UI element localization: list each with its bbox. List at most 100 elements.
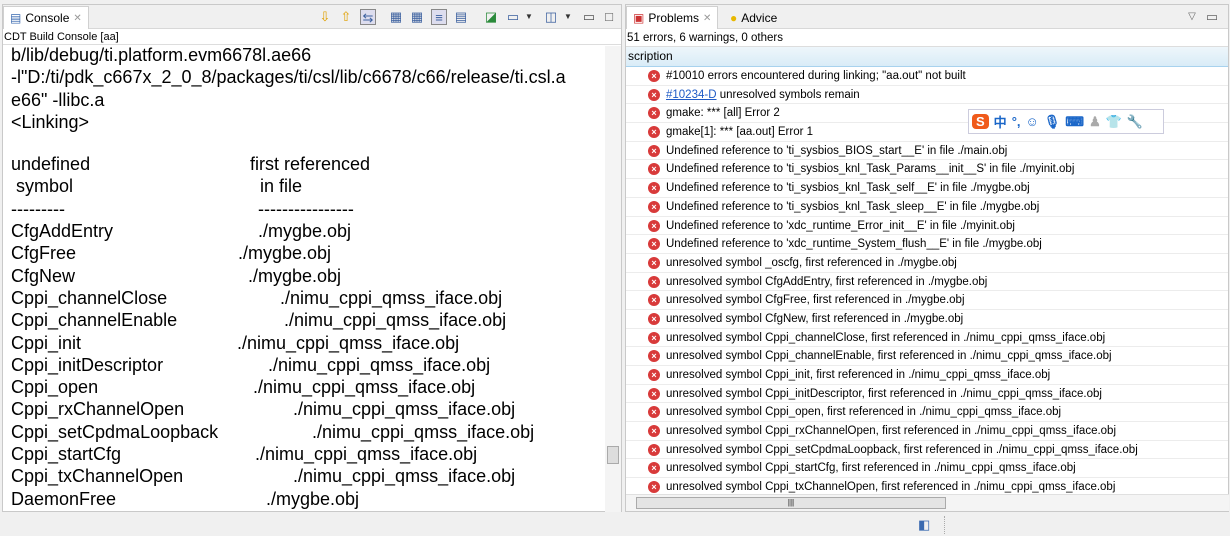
problem-text: unresolved symbols remain: [716, 88, 860, 101]
problem-text: unresolved symbol _oscfg, first referenc…: [666, 256, 957, 269]
display-console-icon[interactable]: ▭: [505, 9, 521, 25]
problem-row[interactable]: × unresolved symbol Cppi_setCpdmaLoopback…: [626, 441, 1228, 460]
user-icon[interactable]: ♟: [1089, 114, 1101, 130]
problem-text: unresolved symbol Cppi_channelEnable, fi…: [666, 350, 1112, 363]
pin-console-icon[interactable]: ▦: [409, 9, 425, 25]
close-icon[interactable]: ✕: [703, 13, 711, 24]
error-icon: ×: [648, 238, 660, 251]
wrench-icon[interactable]: 🔧: [1127, 114, 1143, 130]
symbol-name: CfgAddEntry: [11, 221, 114, 241]
problem-text: Undefined reference to 'ti_sysbios_knl_T…: [666, 182, 1030, 195]
problem-text: unresolved symbol Cppi_setCpdmaLoopback,…: [666, 443, 1138, 456]
error-icon: ×: [648, 126, 660, 139]
scrollbar-thumb[interactable]: [607, 446, 619, 464]
error-code-link[interactable]: #10234-D: [666, 89, 717, 101]
scroll-lock-icon[interactable]: ⇆: [360, 9, 376, 25]
view-menu-icon[interactable]: ▽: [1184, 9, 1200, 25]
problem-row[interactable]: × unresolved symbol Cppi_startCfg, first …: [626, 459, 1228, 479]
symbol-file: ./nimu_cppi_qmss_iface.obj: [253, 377, 476, 398]
problem-row[interactable]: × Undefined reference to 'ti_sysbios_BIOS…: [626, 142, 1228, 161]
open-console-icon[interactable]: ◪: [483, 9, 499, 25]
console-tabbar: ▤ Console ✕ ⇩ ⇧ ⇆ ▦ ▦ ≡ ▤ ◪ ▭ ▼ ◫ ▼ ▭ □: [3, 5, 621, 29]
problem-text: unresolved symbol Cppi_init, first refer…: [666, 369, 1051, 381]
error-icon: ×: [648, 163, 660, 176]
problems-tabbar: ▣ Problems ✕ ● Advice ▽ ▭: [626, 5, 1228, 29]
problem-row[interactable]: × unresolved symbol Cppi_channelEnable, f…: [626, 347, 1228, 366]
chevron-down-icon[interactable]: ▼: [521, 9, 537, 25]
divider: ----------------: [258, 199, 354, 219]
scroll-up-icon[interactable]: ⇧: [338, 9, 354, 25]
problem-row[interactable]: × unresolved symbol CfgAddEntry, first re…: [626, 273, 1228, 292]
problem-row[interactable]: × unresolved symbol Cppi_init, first refe…: [626, 366, 1228, 385]
console-output[interactable]: b/lib/debug/ti.platform.evm6678l.ae66 -l"…: [3, 46, 606, 512]
symbol-file: ./mygbe.obj: [266, 488, 360, 509]
error-icon: ×: [648, 331, 660, 344]
problem-row[interactable]: × #10010 errors encountered during linkin…: [626, 67, 1228, 86]
chevron-down-icon[interactable]: ▼: [560, 9, 576, 25]
tab-console[interactable]: ▤ Console ✕: [3, 6, 89, 29]
problem-row[interactable]: × unresolved symbol CfgFree, first refere…: [626, 291, 1228, 310]
problem-row[interactable]: × Undefined reference to 'ti_sysbios_knl_…: [626, 179, 1228, 198]
divider: ---------: [11, 199, 65, 219]
symbol-name: CfgNew: [11, 265, 76, 286]
minimize-icon[interactable]: ▭: [581, 9, 597, 25]
error-icon: ×: [648, 481, 660, 494]
tab-problems[interactable]: ▣ Problems ✕: [626, 6, 719, 29]
problem-text: unresolved symbol Cppi_startCfg, first r…: [666, 462, 1076, 475]
emoji-icon[interactable]: ☺: [1026, 114, 1039, 129]
maximize-icon[interactable]: □: [601, 9, 617, 25]
problem-row[interactable]: × Undefined reference to 'xdc_runtime_Sys…: [626, 235, 1228, 254]
word-wrap-icon[interactable]: ≡: [431, 9, 447, 25]
problem-text: Undefined reference to 'ti_sysbios_knl_T…: [666, 163, 1075, 176]
tab-label: Advice: [741, 10, 778, 25]
problem-row[interactable]: × Undefined reference to 'ti_sysbios_knl_…: [626, 160, 1228, 180]
symbol-file: ./nimu_cppi_qmss_iface.obj: [312, 421, 535, 442]
ime-punct[interactable]: °,: [1012, 114, 1021, 129]
problem-row[interactable]: × unresolved symbol Cppi_open, first refe…: [626, 403, 1228, 423]
clear-console-icon[interactable]: ▤: [453, 9, 469, 25]
ime-toolbar[interactable]: S 中 °, ☺ 🎙 ⌨ ♟ 👕 🔧: [968, 109, 1164, 134]
microphone-icon[interactable]: 🎙: [1044, 114, 1061, 130]
problem-text: Undefined reference to 'xdc_runtime_Erro…: [666, 219, 1015, 232]
error-icon: ×: [648, 462, 660, 475]
keyboard-icon[interactable]: ⌨: [1065, 114, 1084, 130]
scroll-down-icon[interactable]: ⇩: [317, 9, 333, 25]
problem-row[interactable]: × unresolved symbol Cppi_initDescriptor, …: [626, 385, 1228, 404]
skin-icon[interactable]: 👕: [1106, 114, 1122, 130]
error-icon: ×: [648, 369, 660, 381]
error-icon: ×: [648, 387, 660, 400]
problem-text: unresolved symbol Cppi_open, first refer…: [666, 406, 1062, 419]
scrollbar-thumb[interactable]: |||: [636, 497, 946, 509]
problem-text: unresolved symbol CfgFree, first referen…: [666, 294, 965, 307]
symbol-file: ./mygbe.obj: [248, 265, 342, 286]
problem-row[interactable]: × unresolved symbol Cppi_channelClose, fi…: [626, 329, 1228, 348]
symbol-file: ./nimu_cppi_qmss_iface.obj: [255, 444, 478, 464]
column-header-description[interactable]: scription: [626, 47, 1228, 67]
console-line: b/lib/debug/ti.platform.evm6678l.ae66: [11, 46, 312, 65]
minimize-icon[interactable]: ▭: [1204, 9, 1220, 25]
horizontal-scrollbar[interactable]: |||: [626, 494, 1229, 511]
vertical-scrollbar[interactable]: [605, 46, 621, 512]
symbol-file: ./nimu_cppi_qmss_iface.obj: [293, 466, 516, 487]
console-subtitle: CDT Build Console [aa]: [3, 29, 621, 45]
error-icon: ×: [648, 144, 660, 157]
symbol-name: Cppi_init: [11, 332, 82, 353]
symbol-name: Cppi_txChannelOpen: [11, 466, 184, 487]
problem-row[interactable]: × Undefined reference to 'ti_sysbios_knl_…: [626, 198, 1228, 217]
close-icon[interactable]: ✕: [73, 13, 81, 24]
tab-advice[interactable]: ● Advice: [724, 6, 783, 29]
lightbulb-icon: ●: [730, 10, 738, 25]
problem-row[interactable]: × #10234-D unresolved symbols remain: [626, 86, 1228, 105]
problem-row[interactable]: × unresolved symbol _oscfg, first referen…: [626, 254, 1228, 273]
symbol-name: Cppi_channelEnable: [11, 310, 178, 331]
error-icon: ×: [648, 406, 660, 419]
problem-row[interactable]: × unresolved symbol Cppi_rxChannelOpen, f…: [626, 422, 1228, 441]
error-icon: ×: [648, 275, 660, 288]
ime-mode[interactable]: 中: [994, 112, 1007, 131]
problem-row[interactable]: × Undefined reference to 'xdc_runtime_Err…: [626, 217, 1228, 236]
status-icon[interactable]: ◧: [918, 517, 930, 533]
problem-row[interactable]: × unresolved symbol CfgNew, first referen…: [626, 310, 1228, 329]
new-console-icon[interactable]: ◫: [543, 9, 559, 25]
show-stdout-icon[interactable]: ▦: [388, 9, 404, 25]
error-icon: ×: [648, 182, 660, 195]
